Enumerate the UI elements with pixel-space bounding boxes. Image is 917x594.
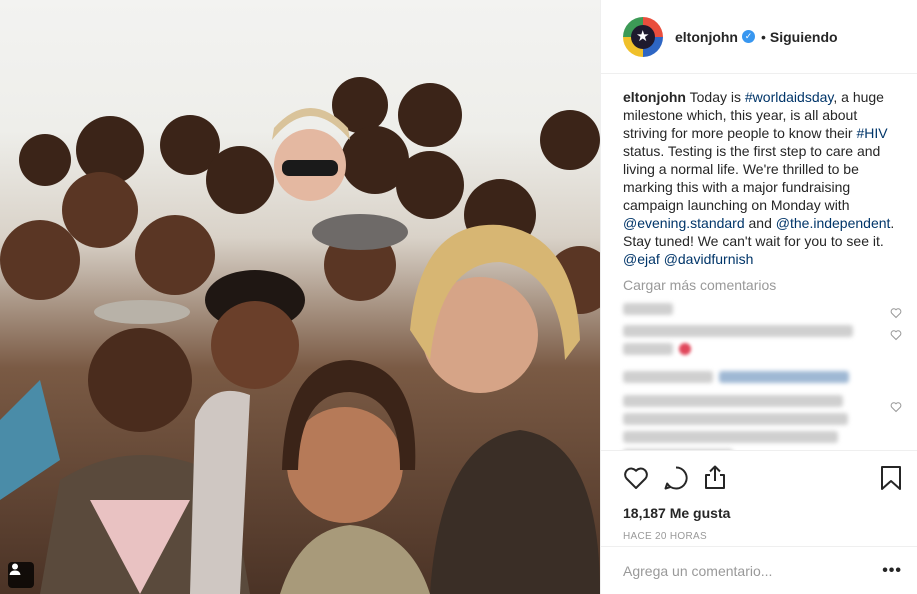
blurred-comment-text xyxy=(623,413,848,425)
comment-item xyxy=(623,303,902,319)
avatar[interactable]: ★ xyxy=(623,16,663,57)
caption-text: and xyxy=(744,215,776,231)
tagged-users-button[interactable] xyxy=(8,562,34,588)
caption-text: Today is xyxy=(686,89,745,105)
share-icon xyxy=(705,465,725,489)
hashtag-link[interactable]: #worldaidsday xyxy=(745,89,833,105)
mention-link[interactable]: @the.independent xyxy=(776,215,891,231)
likes-count[interactable]: 18,187 Me gusta xyxy=(623,505,902,521)
comment-like-icon[interactable] xyxy=(890,329,902,341)
blurred-comment-text xyxy=(623,371,713,383)
caption-username[interactable]: eltonjohn xyxy=(623,89,686,105)
comment-like-icon[interactable] xyxy=(890,401,902,413)
post-actions: 18,187 Me gusta HACE 20 HORAS xyxy=(601,450,917,546)
comment-button[interactable] xyxy=(663,465,689,491)
blurred-comment-text xyxy=(623,343,673,355)
red-heart-emoji-icon xyxy=(679,343,691,355)
comments-section: eltonjohn Today is #worldaidsday, a huge… xyxy=(601,74,917,450)
following-button[interactable]: Siguiendo xyxy=(770,29,838,45)
mention-link[interactable]: @davidfurnish xyxy=(664,251,754,267)
add-comment-bar: Agrega un comentario... ••• xyxy=(601,546,917,594)
mention-link[interactable]: @ejaf xyxy=(623,251,660,267)
person-icon xyxy=(9,563,21,575)
load-more-comments-button[interactable]: Cargar más comentarios xyxy=(623,277,902,293)
more-options-button[interactable]: ••• xyxy=(882,562,902,580)
blurred-comment-text xyxy=(623,325,853,337)
separator-dot: • xyxy=(761,28,766,45)
blurred-comment-text xyxy=(623,303,673,315)
header-username[interactable]: eltonjohn xyxy=(675,29,738,45)
mention-link[interactable]: @evening.standard xyxy=(623,215,745,231)
comment-like-icon[interactable] xyxy=(890,307,902,319)
hashtag-link[interactable]: #HIV xyxy=(856,125,887,141)
bookmark-icon xyxy=(881,466,901,490)
heart-icon xyxy=(624,467,648,489)
post-side-panel: ★ eltonjohn ✓ • Siguiendo eltonjohn Toda… xyxy=(600,0,917,594)
comment-item xyxy=(623,325,902,355)
comment-item xyxy=(623,365,902,450)
action-icons-row xyxy=(623,463,902,493)
post-header: ★ eltonjohn ✓ • Siguiendo xyxy=(601,0,917,74)
blurred-comment-text xyxy=(719,371,849,383)
verified-badge-icon: ✓ xyxy=(742,30,755,43)
post-caption: eltonjohn Today is #worldaidsday, a huge… xyxy=(623,88,902,268)
post-photo[interactable] xyxy=(0,0,600,594)
comment-icon xyxy=(664,466,688,490)
group-photo-illustration xyxy=(0,77,600,594)
post-timestamp[interactable]: HACE 20 HORAS xyxy=(623,531,902,542)
save-button[interactable] xyxy=(880,465,902,491)
caption-text: status. Testing is the first step to car… xyxy=(623,143,881,213)
like-button[interactable] xyxy=(623,466,649,490)
blurred-comment-text xyxy=(623,431,838,443)
share-button[interactable] xyxy=(703,465,727,491)
blurred-comment-text xyxy=(623,395,843,407)
comment-input[interactable]: Agrega un comentario... xyxy=(623,563,772,579)
